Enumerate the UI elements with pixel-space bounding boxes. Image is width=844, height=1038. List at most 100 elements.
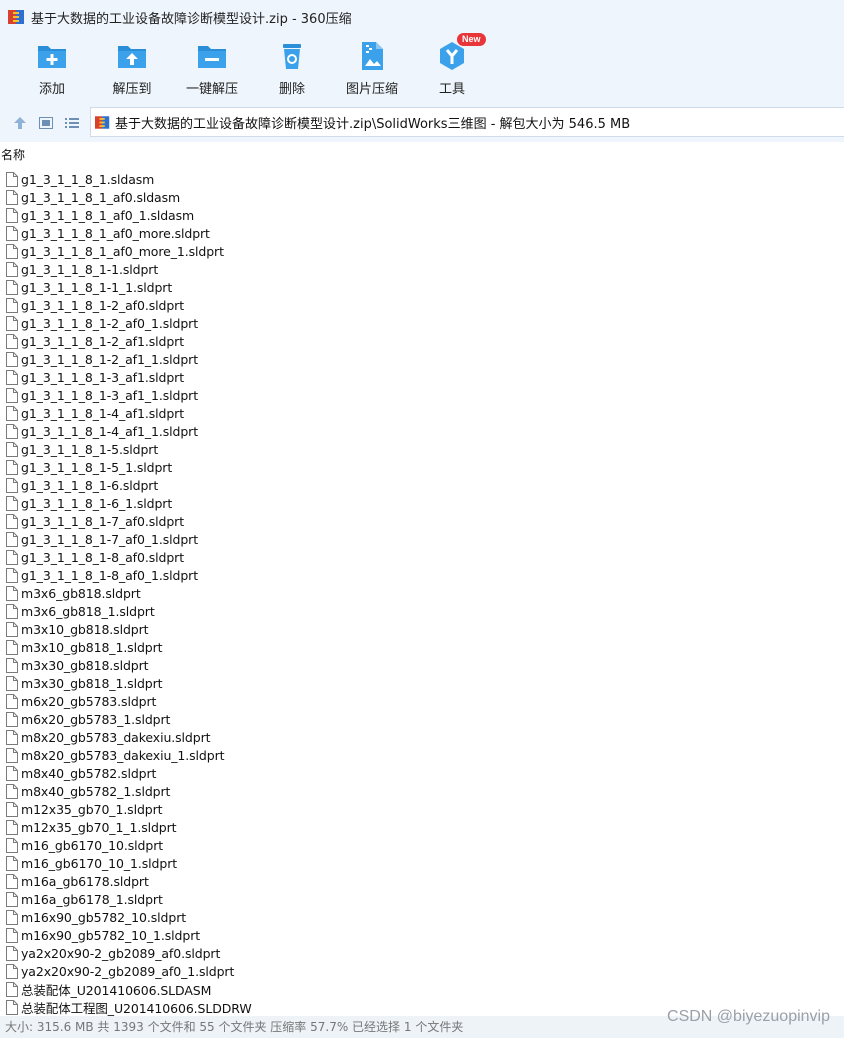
file-row[interactable]: g1_3_1_1_8_1-3_af1.sldprt <box>0 368 844 386</box>
file-row[interactable]: m8x20_gb5783_dakexiu_1.sldprt <box>0 746 844 764</box>
file-icon <box>6 351 18 367</box>
one-click-extract-icon <box>198 46 226 68</box>
file-icon <box>6 279 18 295</box>
file-icon <box>6 585 18 601</box>
archive-app-icon <box>8 9 26 25</box>
file-row[interactable]: m16_gb6170_10_1.sldprt <box>0 854 844 872</box>
file-row[interactable]: g1_3_1_1_8_1-4_af1_1.sldprt <box>0 422 844 440</box>
file-name: m16a_gb6178_1.sldprt <box>21 891 163 907</box>
file-name: g1_3_1_1_8_1-6.sldprt <box>21 477 159 493</box>
file-row[interactable]: m3x10_gb818_1.sldprt <box>0 638 844 656</box>
file-name: m3x30_gb818_1.sldprt <box>21 675 163 691</box>
column-header-name[interactable]: 名称 <box>0 146 844 164</box>
new-badge: New <box>457 33 486 46</box>
file-icon <box>6 243 18 259</box>
add-icon <box>38 46 66 68</box>
file-row[interactable]: m16a_gb6178.sldprt <box>0 872 844 890</box>
file-row[interactable]: g1_3_1_1_8_1.sldasm <box>0 170 844 188</box>
file-name: ya2x20x90-2_gb2089_af0.sldprt <box>21 945 221 961</box>
file-row[interactable]: g1_3_1_1_8_1-8_af0.sldprt <box>0 548 844 566</box>
file-row[interactable]: m16a_gb6178_1.sldprt <box>0 890 844 908</box>
file-row[interactable]: g1_3_1_1_8_1-6_1.sldprt <box>0 494 844 512</box>
image-compress-icon <box>362 42 383 70</box>
file-row[interactable]: g1_3_1_1_8_1_af0_more.sldprt <box>0 224 844 242</box>
delete-label: 删除 <box>278 82 305 97</box>
file-name: m3x10_gb818.sldprt <box>21 621 149 637</box>
file-name: m6x20_gb5783.sldprt <box>21 693 157 709</box>
tools-button[interactable]: New 工具 <box>412 33 492 104</box>
thumbnail-view-icon <box>39 117 53 129</box>
address-bar[interactable]: 基于大数据的工业设备故障诊断模型设计.zip\SolidWorks三维图 - 解… <box>90 107 844 137</box>
file-row[interactable]: g1_3_1_1_8_1-2_af0_1.sldprt <box>0 314 844 332</box>
file-row[interactable]: m16x90_gb5782_10.sldprt <box>0 908 844 926</box>
file-row[interactable]: m16x90_gb5782_10_1.sldprt <box>0 926 844 944</box>
file-row[interactable]: m6x20_gb5783.sldprt <box>0 692 844 710</box>
file-row[interactable]: ya2x20x90-2_gb2089_af0_1.sldprt <box>0 962 844 980</box>
file-name: g1_3_1_1_8_1-1_1.sldprt <box>21 279 173 295</box>
up-level-button[interactable] <box>7 109 33 137</box>
file-name: g1_3_1_1_8_1-2_af0_1.sldprt <box>21 315 198 331</box>
file-row[interactable]: g1_3_1_1_8_1-2_af0.sldprt <box>0 296 844 314</box>
file-icon <box>6 333 18 349</box>
file-row[interactable]: m16_gb6170_10.sldprt <box>0 836 844 854</box>
delete-button[interactable]: 删除 <box>252 34 332 104</box>
file-row[interactable]: g1_3_1_1_8_1-3_af1_1.sldprt <box>0 386 844 404</box>
file-row[interactable]: m8x40_gb5782_1.sldprt <box>0 782 844 800</box>
file-icon <box>6 369 18 385</box>
file-icon <box>6 801 18 817</box>
file-row[interactable]: g1_3_1_1_8_1_af0.sldasm <box>0 188 844 206</box>
file-row[interactable]: m3x30_gb818.sldprt <box>0 656 844 674</box>
extract-to-button[interactable]: 解压到 <box>92 34 172 104</box>
file-row[interactable]: g1_3_1_1_8_1-7_af0.sldprt <box>0 512 844 530</box>
thumbnail-view-button[interactable] <box>33 109 59 137</box>
file-row[interactable]: m6x20_gb5783_1.sldprt <box>0 710 844 728</box>
file-row[interactable]: g1_3_1_1_8_1-6.sldprt <box>0 476 844 494</box>
file-icon <box>6 963 18 979</box>
file-icon <box>6 441 18 457</box>
file-row[interactable]: m3x30_gb818_1.sldprt <box>0 674 844 692</box>
file-row[interactable]: m12x35_gb70_1_1.sldprt <box>0 818 844 836</box>
add-button[interactable]: 添加 <box>12 34 92 104</box>
file-row[interactable]: g1_3_1_1_8_1-4_af1.sldprt <box>0 404 844 422</box>
file-row[interactable]: m12x35_gb70_1.sldprt <box>0 800 844 818</box>
file-name: m16_gb6170_10_1.sldprt <box>21 855 178 871</box>
one-click-extract-button[interactable]: 一键解压 <box>172 34 252 104</box>
list-view-button[interactable] <box>59 109 85 137</box>
file-name: 总装配体工程图_U201410606.SLDDRW <box>21 1000 252 1016</box>
file-icon <box>6 387 18 403</box>
file-icon <box>6 603 18 619</box>
file-row[interactable]: m8x40_gb5782.sldprt <box>0 764 844 782</box>
file-row[interactable]: g1_3_1_1_8_1-8_af0_1.sldprt <box>0 566 844 584</box>
file-icon <box>6 729 18 745</box>
file-icon <box>6 423 18 439</box>
file-row[interactable]: g1_3_1_1_8_1-5.sldprt <box>0 440 844 458</box>
file-row[interactable]: ya2x20x90-2_gb2089_af0.sldprt <box>0 944 844 962</box>
file-name: m16x90_gb5782_10_1.sldprt <box>21 927 201 943</box>
file-icon <box>6 315 18 331</box>
file-name: g1_3_1_1_8_1-5_1.sldprt <box>21 459 173 475</box>
file-row[interactable]: g1_3_1_1_8_1_af0_1.sldasm <box>0 206 844 224</box>
file-row[interactable]: g1_3_1_1_8_1-2_af1_1.sldprt <box>0 350 844 368</box>
file-name: m8x40_gb5782.sldprt <box>21 765 157 781</box>
file-row[interactable]: g1_3_1_1_8_1-1.sldprt <box>0 260 844 278</box>
file-row[interactable]: g1_3_1_1_8_1-2_af1.sldprt <box>0 332 844 350</box>
watermark: CSDN @biyezuopinvip <box>667 1008 830 1025</box>
title-bar: 基于大数据的工业设备故障诊断模型设计.zip - 360压缩 <box>0 0 844 34</box>
file-row[interactable]: m3x6_gb818.sldprt <box>0 584 844 602</box>
file-row[interactable]: g1_3_1_1_8_1-1_1.sldprt <box>0 278 844 296</box>
file-row[interactable]: g1_3_1_1_8_1-7_af0_1.sldprt <box>0 530 844 548</box>
image-compress-label: 图片压缩 <box>345 82 398 97</box>
file-icon <box>6 747 18 763</box>
file-row[interactable]: g1_3_1_1_8_1_af0_more_1.sldprt <box>0 242 844 260</box>
file-row[interactable]: m3x10_gb818.sldprt <box>0 620 844 638</box>
image-compress-button[interactable]: 图片压缩 <box>332 34 412 104</box>
file-icon <box>6 459 18 475</box>
file-row[interactable]: m8x20_gb5783_dakexiu.sldprt <box>0 728 844 746</box>
file-icon <box>6 513 18 529</box>
file-row[interactable]: m3x6_gb818_1.sldprt <box>0 602 844 620</box>
add-label: 添加 <box>38 82 65 97</box>
file-row[interactable]: g1_3_1_1_8_1-5_1.sldprt <box>0 458 844 476</box>
file-name: g1_3_1_1_8_1-5.sldprt <box>21 441 159 457</box>
file-row[interactable]: 总装配体_U201410606.SLDASM <box>0 980 844 998</box>
file-name: m3x6_gb818.sldprt <box>21 585 141 601</box>
